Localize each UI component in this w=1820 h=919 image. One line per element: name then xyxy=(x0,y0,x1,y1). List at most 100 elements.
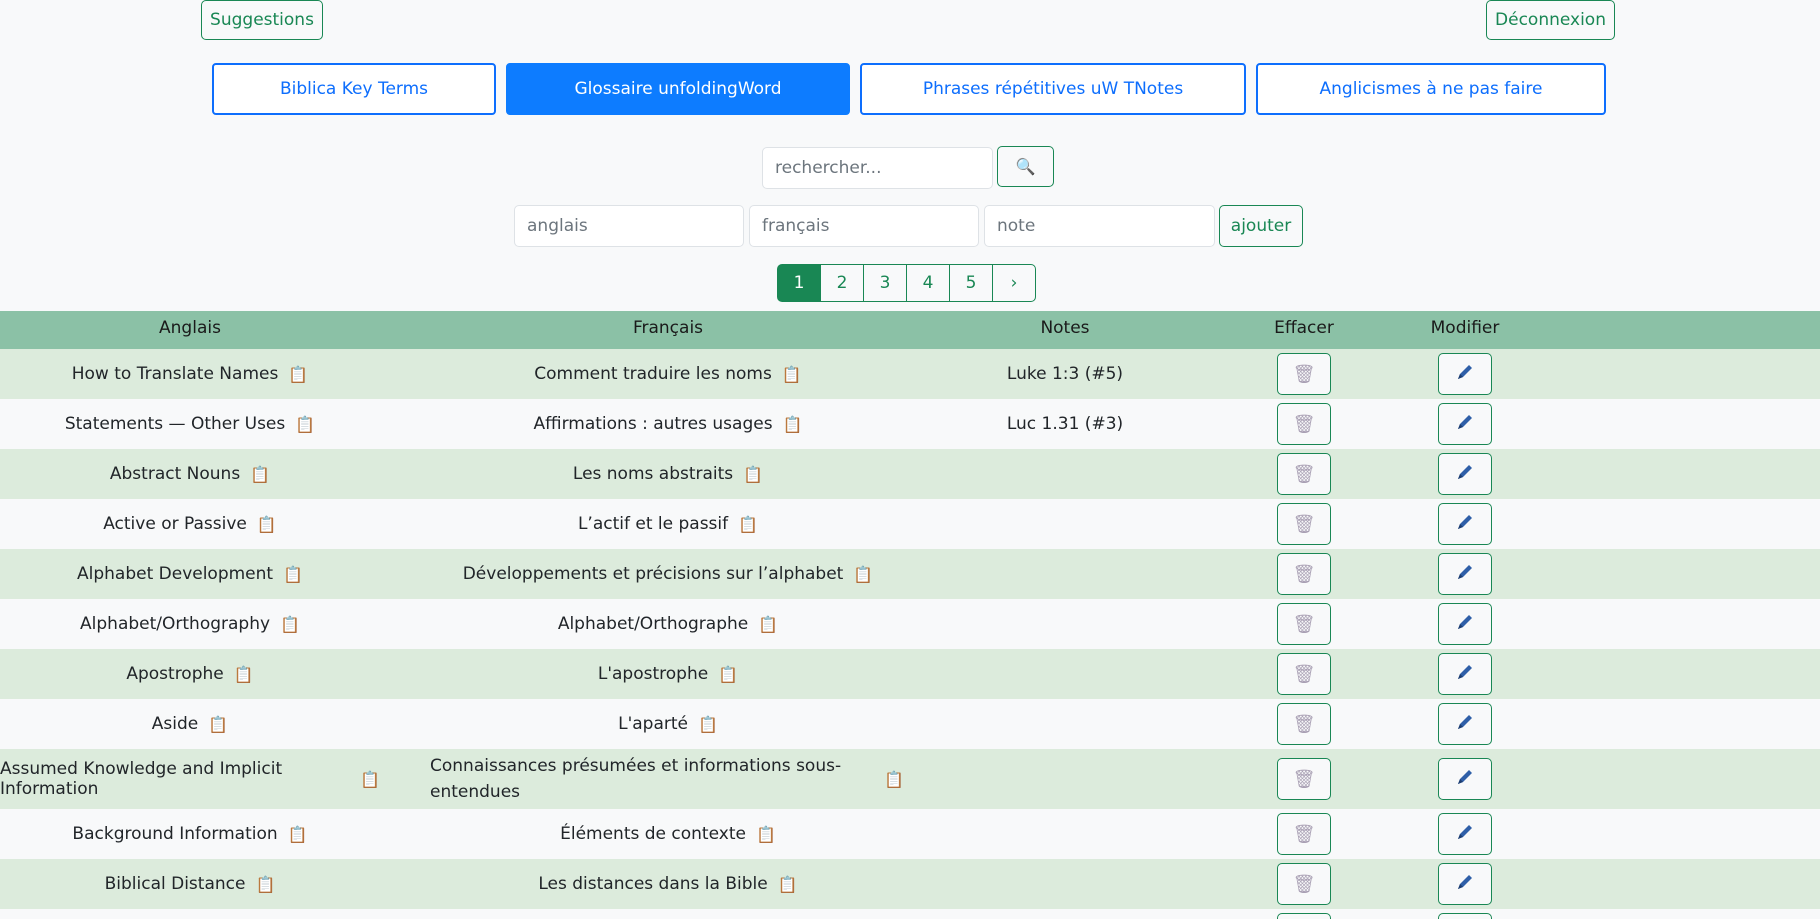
header-english: Anglais xyxy=(159,318,221,338)
copy-french-icon[interactable]: 📋 xyxy=(853,565,873,584)
edit-button[interactable] xyxy=(1438,703,1492,745)
delete-button[interactable]: 🗑 xyxy=(1277,603,1331,645)
copy-english-icon[interactable]: 📋 xyxy=(295,415,315,434)
pencil-icon xyxy=(1455,767,1475,792)
french-field[interactable] xyxy=(749,205,979,247)
pencil-icon xyxy=(1455,462,1475,487)
edit-button[interactable] xyxy=(1438,453,1492,495)
copy-french-icon[interactable]: 📋 xyxy=(756,825,776,844)
english-cell: Abstract Nouns 📋 xyxy=(0,449,380,499)
delete-button[interactable]: 🗑 xyxy=(1277,453,1331,495)
table-row: How to Translate Names 📋 Comment traduir… xyxy=(0,349,1820,399)
edit-button[interactable] xyxy=(1438,653,1492,695)
delete-button[interactable]: 🗑 xyxy=(1277,913,1331,919)
edit-button[interactable] xyxy=(1438,603,1492,645)
edit-button[interactable] xyxy=(1438,503,1492,545)
french-cell: Alphabet/Orthographe 📋 xyxy=(418,599,918,649)
suggestions-button[interactable]: Suggestions xyxy=(201,0,323,40)
english-term: Alphabet Development xyxy=(76,564,274,584)
copy-english-icon[interactable]: 📋 xyxy=(288,825,308,844)
delete-button[interactable]: 🗑 xyxy=(1277,703,1331,745)
english-field[interactable] xyxy=(514,205,744,247)
delete-button[interactable]: 🗑 xyxy=(1277,863,1331,905)
edit-button[interactable] xyxy=(1438,863,1492,905)
page-2-button[interactable]: 2 xyxy=(820,264,864,302)
tab-biblica-key-terms[interactable]: Biblica Key Terms xyxy=(212,63,496,115)
copy-english-icon[interactable]: 📋 xyxy=(234,665,254,684)
note-cell xyxy=(980,699,1150,749)
search-button[interactable]: 🔍 xyxy=(997,146,1054,187)
tab-phrases-repetitives[interactable]: Phrases répétitives uW TNotes xyxy=(860,63,1246,115)
trash-icon: 🗑 xyxy=(1292,663,1316,685)
copy-english-icon[interactable]: 📋 xyxy=(280,615,300,634)
edit-button[interactable] xyxy=(1438,403,1492,445)
copy-french-icon[interactable]: 📋 xyxy=(782,365,802,384)
add-button[interactable]: ajouter xyxy=(1219,205,1303,247)
copy-english-icon[interactable]: 📋 xyxy=(257,515,277,534)
copy-english-icon[interactable]: 📋 xyxy=(250,465,270,484)
english-term: Abstract Nouns xyxy=(109,464,241,484)
copy-english-icon[interactable]: 📋 xyxy=(360,770,380,789)
french-cell: Affirmations : autres usages 📋 xyxy=(418,399,918,449)
page-5-button[interactable]: 5 xyxy=(949,264,993,302)
tab-glossaire-unfoldingword[interactable]: Glossaire unfoldingWord xyxy=(506,63,850,115)
table-row: Background Information 📋 Éléments de con… xyxy=(0,809,1820,859)
copy-french-icon[interactable]: 📋 xyxy=(758,615,778,634)
page-4-button[interactable]: 4 xyxy=(906,264,950,302)
copy-french-icon[interactable]: 📋 xyxy=(718,665,738,684)
copy-french-icon[interactable]: 📋 xyxy=(698,715,718,734)
note-text: Luke 1:3 (#5) xyxy=(1006,364,1124,384)
pencil-icon xyxy=(1455,822,1475,847)
delete-cell: 🗑 xyxy=(1277,649,1331,699)
table-row: Assumed Knowledge and Implicit Informati… xyxy=(0,749,1820,809)
pencil-icon xyxy=(1455,562,1475,587)
edit-cell xyxy=(1438,499,1492,549)
copy-english-icon[interactable]: 📋 xyxy=(288,365,308,384)
delete-button[interactable]: 🗑 xyxy=(1277,758,1331,800)
edit-cell xyxy=(1438,349,1492,399)
logout-button[interactable]: Déconnexion xyxy=(1486,0,1615,40)
pencil-icon xyxy=(1455,712,1475,737)
copy-french-icon[interactable]: 📋 xyxy=(738,515,758,534)
copy-french-icon[interactable]: 📋 xyxy=(743,465,763,484)
delete-button[interactable]: 🗑 xyxy=(1277,353,1331,395)
copy-french-icon[interactable]: 📋 xyxy=(884,770,904,789)
table-row: Alphabet Development 📋 Développements et… xyxy=(0,549,1820,599)
delete-button[interactable]: 🗑 xyxy=(1277,553,1331,595)
copy-french-icon[interactable]: 📋 xyxy=(783,415,803,434)
page-3-button[interactable]: 3 xyxy=(863,264,907,302)
table-row: Alphabet/Orthography 📋 Alphabet/Orthogra… xyxy=(0,599,1820,649)
english-cell: Statements — Other Uses 📋 xyxy=(0,399,380,449)
search-input[interactable] xyxy=(762,147,993,189)
copy-english-icon[interactable]: 📋 xyxy=(208,715,228,734)
glossary-tabs: Biblica Key Terms Glossaire unfoldingWor… xyxy=(212,63,1606,115)
french-cell: Comment traduire les noms 📋 xyxy=(418,349,918,399)
copy-english-icon[interactable]: 📋 xyxy=(283,565,303,584)
english-cell: Assumed Knowledge and Implicit Informati… xyxy=(0,749,380,809)
edit-button[interactable] xyxy=(1438,813,1492,855)
delete-button[interactable]: 🗑 xyxy=(1277,403,1331,445)
english-term: Assumed Knowledge and Implicit Informati… xyxy=(0,759,283,799)
edit-cell xyxy=(1438,749,1492,809)
page-1-button[interactable]: 1 xyxy=(777,264,821,302)
trash-icon: 🗑 xyxy=(1292,873,1316,895)
delete-button[interactable]: 🗑 xyxy=(1277,503,1331,545)
pencil-icon xyxy=(1455,662,1475,687)
french-cell: Les noms abstraits 📋 xyxy=(418,449,918,499)
delete-button[interactable]: 🗑 xyxy=(1277,813,1331,855)
edit-button[interactable] xyxy=(1438,553,1492,595)
note-field[interactable] xyxy=(984,205,1215,247)
delete-cell: 🗑 xyxy=(1277,349,1331,399)
delete-button[interactable]: 🗑 xyxy=(1277,653,1331,695)
header-french: Français xyxy=(632,318,704,338)
next-page-button[interactable]: › xyxy=(992,264,1036,302)
edit-button[interactable] xyxy=(1438,353,1492,395)
english-term: Statements — Other Uses xyxy=(64,414,286,434)
table-row: Statements — Other Uses 📋 Affirmations :… xyxy=(0,399,1820,449)
copy-english-icon[interactable]: 📋 xyxy=(255,875,275,894)
note-cell xyxy=(980,909,1150,919)
edit-button[interactable] xyxy=(1438,913,1492,919)
copy-french-icon[interactable]: 📋 xyxy=(778,875,798,894)
edit-button[interactable] xyxy=(1438,758,1492,800)
tab-anglicismes[interactable]: Anglicismes à ne pas faire xyxy=(1256,63,1606,115)
